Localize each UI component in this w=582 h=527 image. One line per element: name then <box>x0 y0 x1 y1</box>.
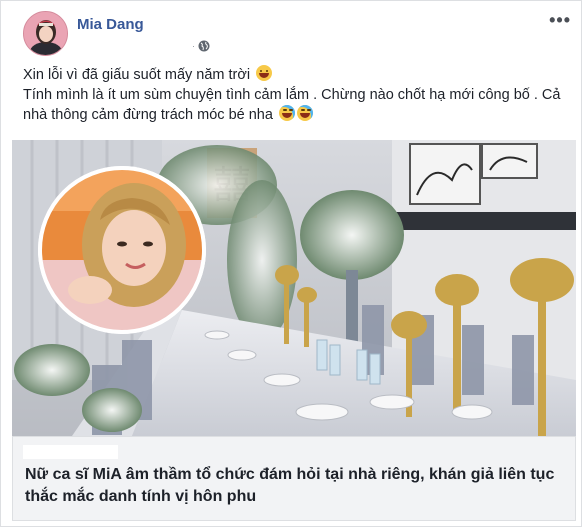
link-title[interactable]: Nữ ca sĩ MiA âm thầm tổ chức đám hỏi tại… <box>25 464 565 508</box>
post-photo[interactable]: 囍 <box>12 140 576 436</box>
author-name[interactable]: Mia Dang <box>77 16 144 33</box>
post-meta: · <box>189 39 210 53</box>
globe-icon[interactable] <box>198 40 210 52</box>
tears-of-joy-icon <box>296 105 313 121</box>
engagement-party-photo: 囍 <box>12 140 576 436</box>
post-card: Mia Dang · ••• Xin lỗi vì đã giấu suốt m… <box>0 0 582 527</box>
post-body: Xin lỗi vì đã giấu suốt mấy năm trời Tín… <box>23 65 568 125</box>
separator-dot: · <box>192 41 195 51</box>
grinning-face-icon <box>256 65 273 81</box>
avatar-image <box>24 12 67 55</box>
link-domain <box>23 445 118 459</box>
tears-of-joy-icon <box>278 105 295 121</box>
link-preview[interactable]: Nữ ca sĩ MiA âm thầm tổ chức đám hỏi tại… <box>12 436 576 521</box>
post-header: Mia Dang · ••• <box>23 11 573 57</box>
more-options-icon[interactable]: ••• <box>549 11 571 29</box>
post-text-line1: Xin lỗi vì đã giấu suốt mấy năm trời <box>23 67 251 83</box>
author-avatar[interactable] <box>23 11 68 56</box>
